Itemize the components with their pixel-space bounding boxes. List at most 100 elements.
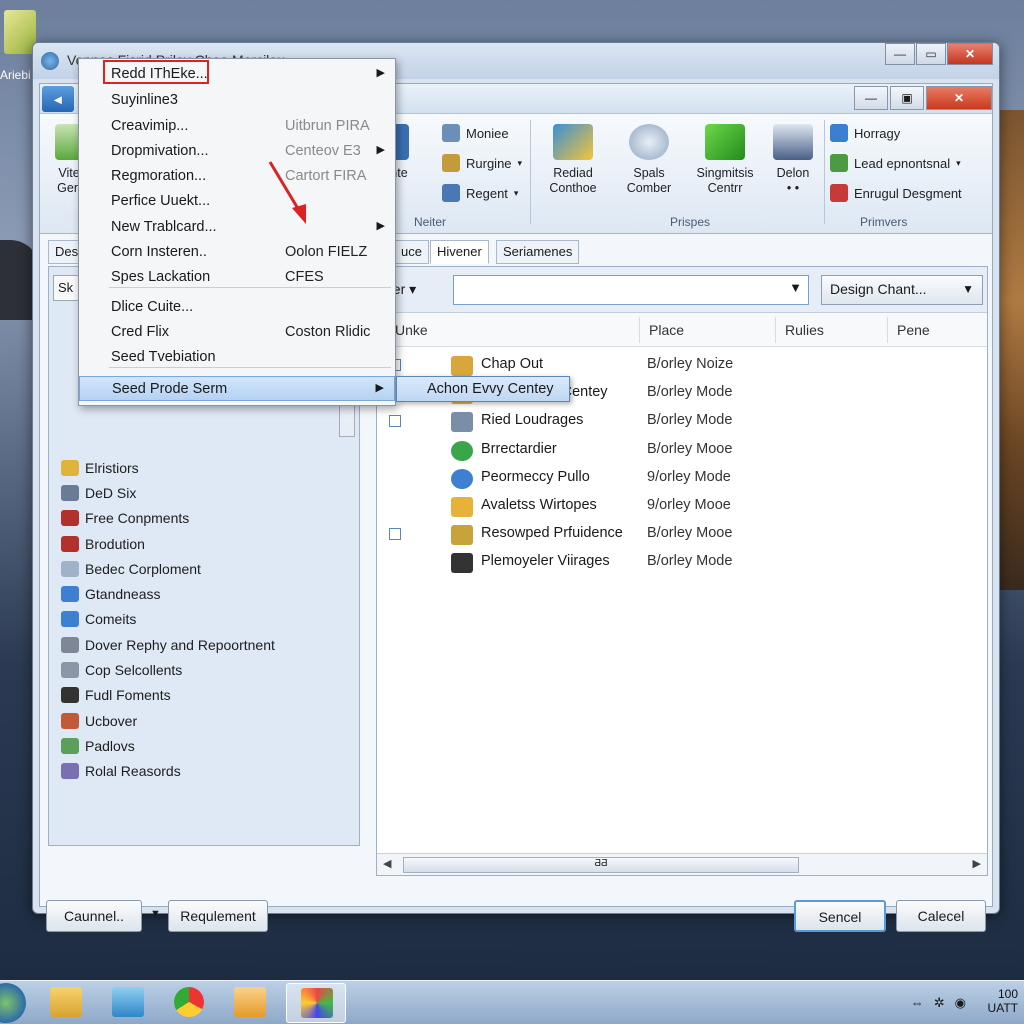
start-button[interactable] — [0, 983, 26, 1023]
filter-bar: ger ▾ ▼ Design Chant... ▼ — [377, 267, 987, 313]
menu-item[interactable]: Dropmivation... Centeov E3 ▶ — [79, 139, 395, 164]
sidebar-item-label: DeD Six — [85, 484, 137, 501]
gears-icon — [629, 124, 669, 160]
chevron-down-icon[interactable]: ▼ — [150, 908, 161, 920]
sidebar-item[interactable]: Elristiors — [61, 455, 275, 480]
cancel-button[interactable]: Calecel — [896, 900, 986, 932]
sidebar-item[interactable]: Free Conpments — [61, 506, 275, 531]
ribbon-item-label: Horragy — [854, 125, 901, 141]
sidebar-item[interactable]: Gtandneass — [61, 581, 275, 606]
ribbon-big-button-2[interactable]: Spals Comber — [612, 124, 686, 196]
column-header-pene[interactable]: Pene — [897, 322, 930, 338]
tray-icons[interactable]: ⇔✲◉ — [911, 995, 976, 1011]
ribbon-big-button-1[interactable]: Rediad Conthoe — [536, 124, 610, 196]
sidebar-item[interactable]: Fudl Foments — [61, 683, 275, 708]
table-row[interactable]: Resowped Prfuidence B/orley Mooe — [377, 520, 987, 548]
design-icon — [830, 184, 848, 202]
globe-icon — [451, 468, 473, 489]
submenu-arrow-icon: ▶ — [376, 144, 385, 156]
inner-restore-button[interactable]: ▣ — [890, 86, 924, 110]
table-row[interactable]: Chap Out B/orley Noize — [377, 351, 987, 379]
design-chant-dropdown[interactable]: Design Chant... ▼ — [821, 275, 983, 305]
tab-uce[interactable]: uce — [394, 240, 429, 264]
horizontal-scrollbar[interactable]: ◀ ƋƋ ▶ — [377, 853, 987, 875]
table-row[interactable]: Plemoyeler Viirages B/orley Mode — [377, 548, 987, 576]
ribbon-separator — [530, 120, 531, 224]
inner-close-button[interactable]: ✕ — [926, 86, 992, 110]
column-separator[interactable] — [887, 317, 888, 343]
requlement-button[interactable]: Requlement — [168, 900, 268, 932]
column-header-name[interactable]: Unke — [395, 322, 428, 338]
sidebar-item[interactable]: Padlovs — [61, 733, 275, 758]
submenu-item[interactable]: Achon Evvy Centey — [396, 376, 570, 402]
chevron-down-icon[interactable]: ▼ — [789, 280, 802, 295]
tab-seriamenes[interactable]: Seriamenes — [496, 240, 580, 264]
column-separator[interactable] — [775, 317, 776, 343]
menu-item[interactable]: Dlice Cuite... — [79, 295, 395, 320]
sidebar-item[interactable]: Bedec Corploment — [61, 556, 275, 581]
horizontal-scroll-thumb[interactable]: ƋƋ — [403, 857, 799, 873]
menu-item[interactable]: Seed Tvebiation — [79, 345, 395, 370]
sidebar-item[interactable]: Comeits — [61, 607, 275, 632]
ok-button[interactable]: Sencel — [794, 900, 886, 932]
menu-item[interactable]: Creavimip... Uitbrun PIRA — [79, 114, 395, 139]
sidebar-item-label: Fudl Foments — [85, 687, 171, 704]
menu-item[interactable]: New Trablcard... ▶ — [79, 215, 395, 240]
caunnel-button[interactable]: Caunnel.. — [46, 900, 142, 932]
menu-item[interactable]: Regmoration... Cartort FIRA — [79, 164, 395, 189]
column-header-place[interactable]: Place — [649, 322, 684, 338]
ribbon-item-moniee[interactable]: Moniee — [442, 124, 509, 142]
sidebar-item[interactable]: Rolal Reasords — [61, 759, 275, 784]
scroll-left-icon[interactable]: ◀ — [383, 857, 391, 870]
clock[interactable]: 100 UATT — [988, 987, 1018, 1015]
menu-item[interactable]: Spes Lackation CFES — [79, 265, 395, 290]
explorer-icon[interactable] — [50, 987, 82, 1017]
menu-item[interactable]: Cred Flix Coston Rlidic — [79, 320, 395, 345]
ribbon-big-button-3[interactable]: Singmitsis Centrr — [688, 124, 762, 196]
menu-item[interactable]: Perfice Uuekt... — [79, 189, 395, 214]
ribbon-big-button-4[interactable]: Delon • • — [756, 124, 830, 196]
menu-item-label: Dropmivation... — [111, 143, 209, 159]
sidebar-item[interactable]: Ucbover — [61, 708, 275, 733]
column-separator[interactable] — [639, 317, 640, 343]
globe-icon — [61, 611, 79, 628]
ribbon-item-enrugul[interactable]: Enrugul Desgment — [830, 184, 962, 202]
filter-input[interactable]: ▼ — [453, 275, 809, 305]
content-pane: ger ▾ ▼ Design Chant... ▼ Unke Place Rul… — [376, 266, 988, 876]
image-icon — [451, 356, 473, 376]
table-row[interactable]: Brrectardier B/orley Mooe — [377, 436, 987, 464]
paint-icon[interactable] — [112, 987, 144, 1017]
row-checkbox[interactable] — [389, 415, 401, 428]
menu-item[interactable]: Corn Insteren.. Oolon FIELZ — [79, 240, 395, 265]
sidebar-item[interactable]: DeD Six — [61, 480, 275, 505]
tab-hivener[interactable]: Hivener — [430, 240, 489, 264]
menu-item[interactable]: Seed Prode Serm ▶ — [79, 376, 395, 401]
taskbar-active-app[interactable] — [286, 983, 346, 1023]
menu-item[interactable]: Suyinline3 — [79, 88, 395, 113]
minimize-button[interactable]: — — [885, 43, 915, 65]
ribbon-item-label: Rurgine — [466, 155, 512, 171]
table-row[interactable]: Peormeccy Pullo 9/orley Mode — [377, 464, 987, 492]
ribbon-item-regent[interactable]: Regent ▾ — [442, 184, 518, 202]
app-menu-button[interactable]: ◂ — [42, 86, 74, 112]
chevron-down-icon: ▼ — [962, 282, 974, 296]
close-button[interactable]: ✕ — [947, 43, 993, 65]
column-header-rulies[interactable]: Rulies — [785, 322, 824, 338]
sidebar-item[interactable]: Brodution — [61, 531, 275, 556]
ribbon-item-horragy[interactable]: Horragy — [830, 124, 900, 142]
sidebar-item[interactable]: Cop Selcollents — [61, 657, 275, 682]
chrome-icon[interactable] — [174, 987, 204, 1017]
sidebar-item[interactable]: Dover Rephy and Repoortnent — [61, 632, 275, 657]
row-checkbox[interactable] — [389, 528, 401, 541]
menu-item[interactable]: Redd IThEke... ▶ — [79, 62, 395, 87]
folder-icon[interactable] — [234, 987, 266, 1017]
maximize-button[interactable]: ▭ — [916, 43, 946, 65]
ribbon-item-lead[interactable]: Lead epnontsnal ▾ — [830, 154, 961, 172]
app-icon — [301, 988, 333, 1018]
scroll-right-icon[interactable]: ▶ — [973, 857, 981, 870]
table-row[interactable]: Avaletss Wirtopes 9/orley Mooe — [377, 492, 987, 520]
inner-minimize-button[interactable]: — — [854, 86, 888, 110]
sidebar-item-label: Ucbover — [85, 712, 138, 729]
ribbon-item-rurgine[interactable]: Rurgine ▾ — [442, 154, 522, 172]
table-row[interactable]: Ried Loudrages B/orley Mode — [377, 407, 987, 435]
